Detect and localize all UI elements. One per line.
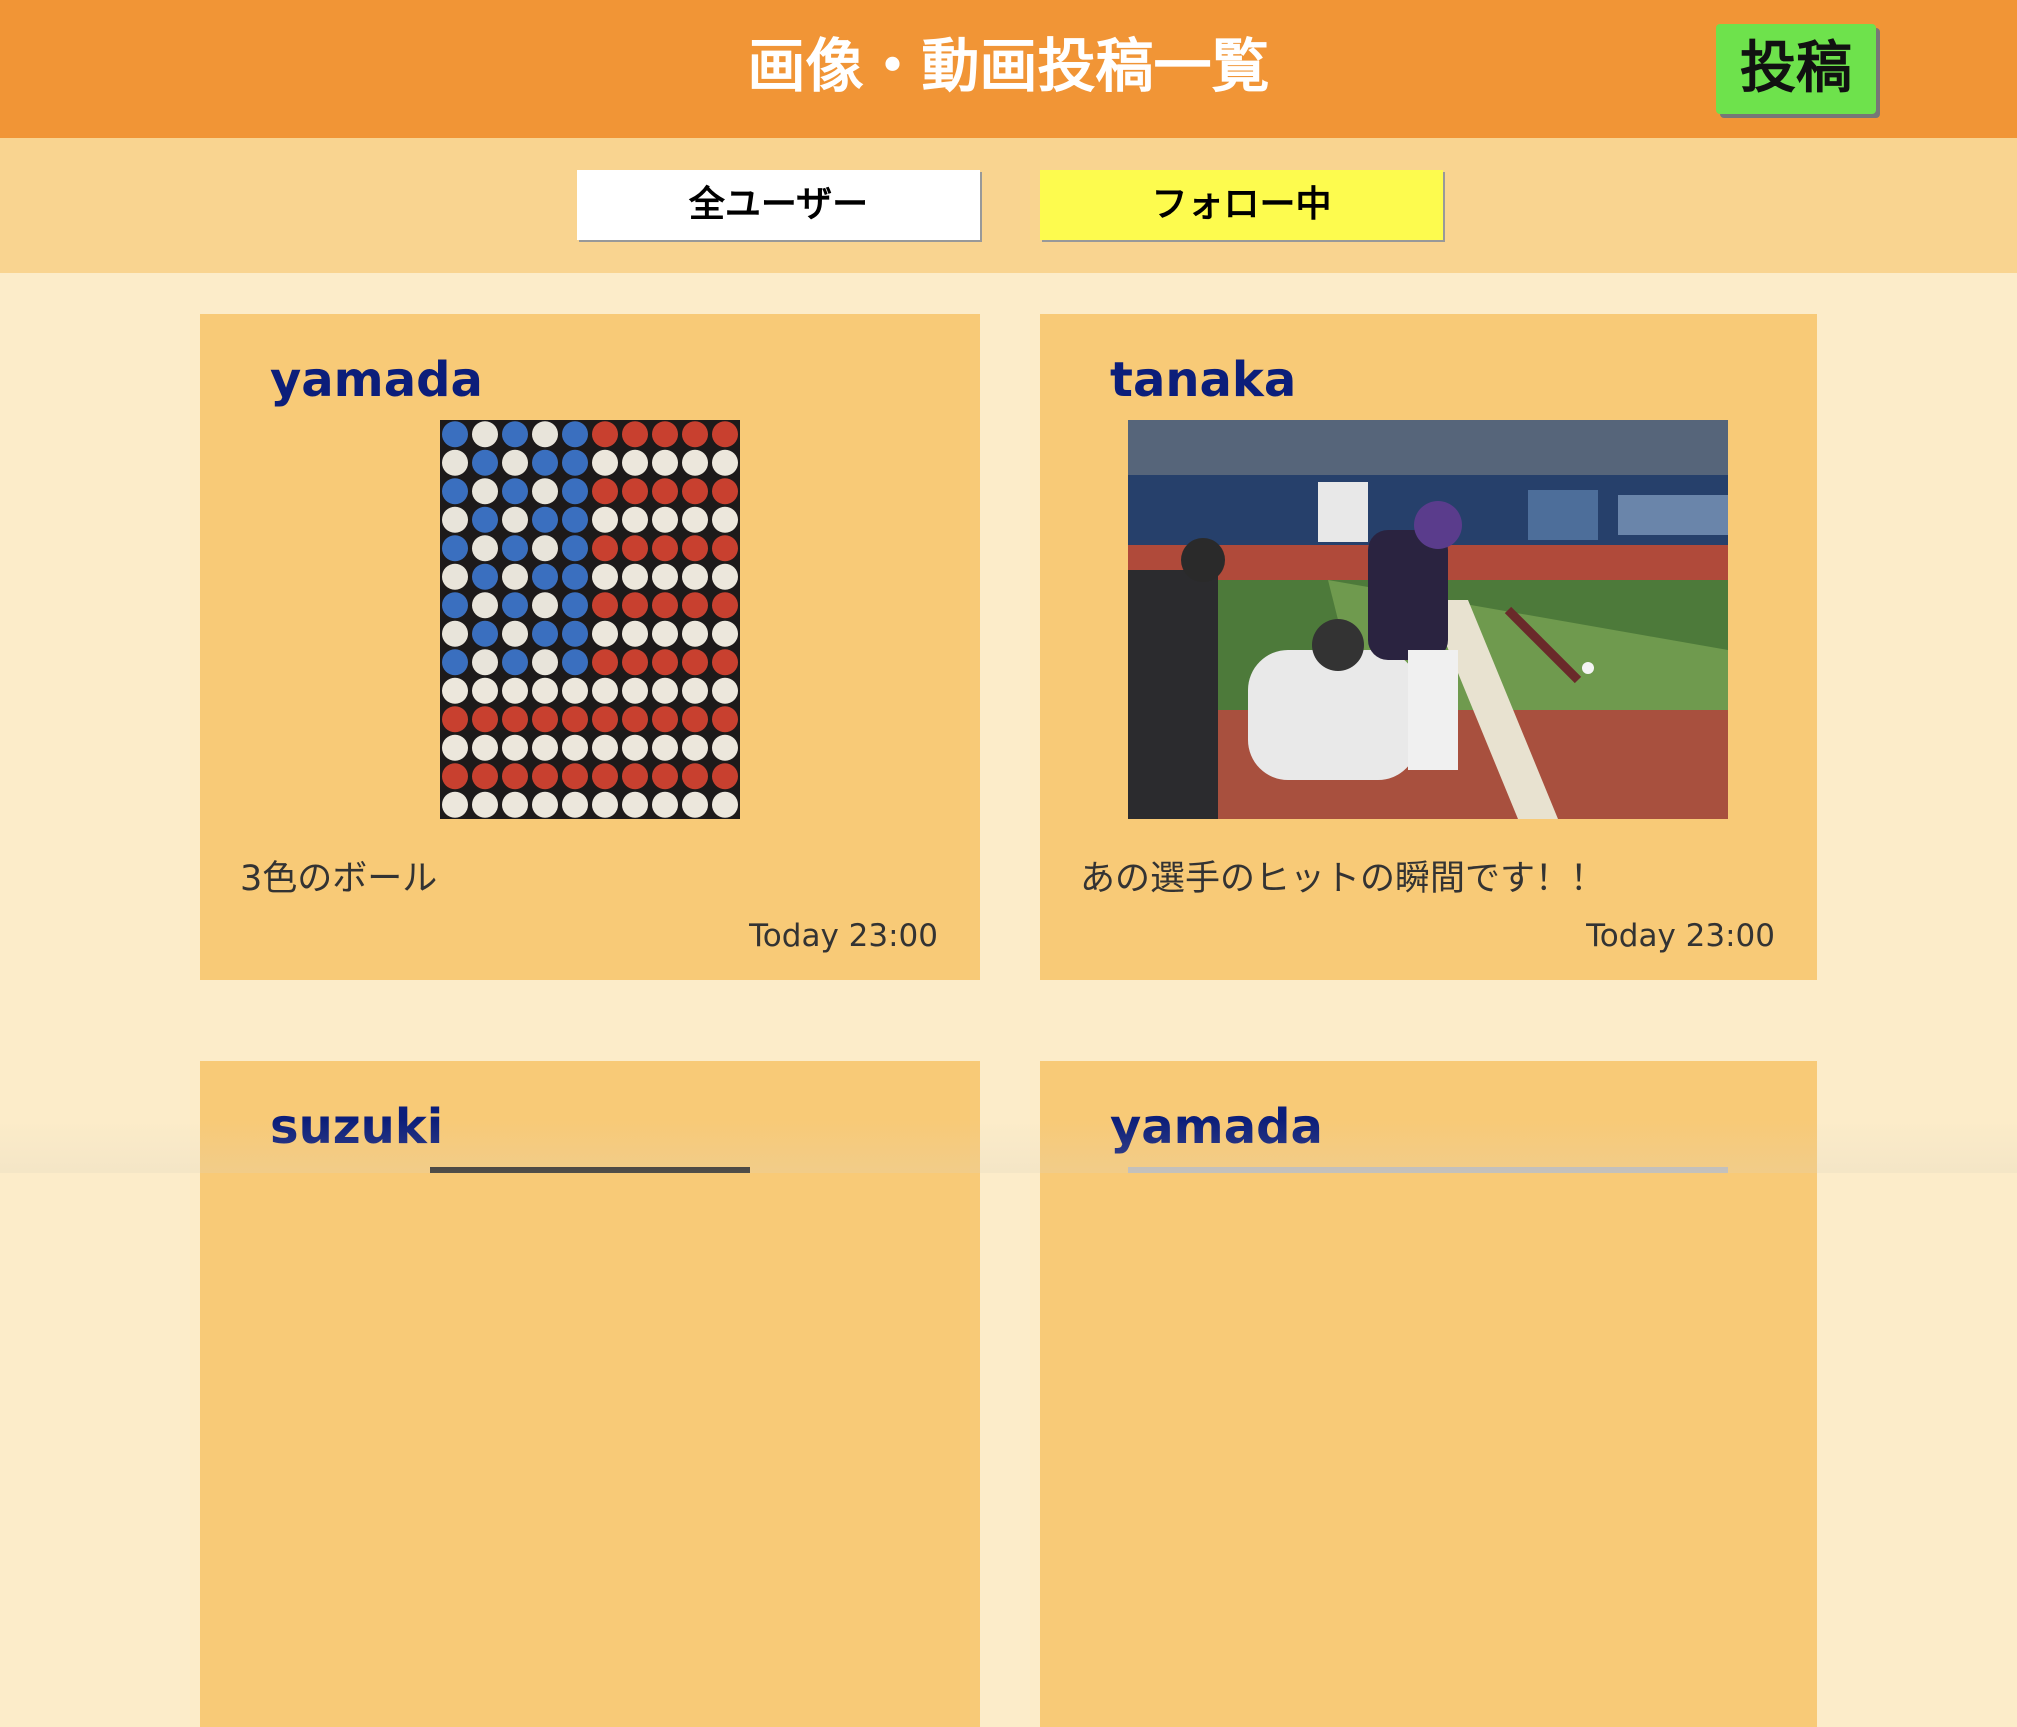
post-username[interactable]: tanaka — [1110, 350, 1296, 410]
page-title: 画像・動画投稿一覧 — [747, 32, 1270, 100]
header-bar: 画像・動画投稿一覧 投稿 — [0, 0, 2017, 138]
filter-tab-bar: 全ユーザー フォロー中 — [0, 138, 2017, 273]
post-timestamp: Today 23:00 — [749, 918, 938, 954]
post-image[interactable] — [440, 420, 740, 819]
bottom-shadow — [0, 1120, 2017, 1173]
post-button[interactable]: 投稿 — [1716, 24, 1876, 114]
tab-following[interactable]: フォロー中 — [1040, 170, 1443, 240]
post-username[interactable]: yamada — [270, 350, 483, 410]
post-caption: あの選手のヒットの瞬間です！！ — [1080, 859, 1606, 899]
post-timestamp: Today 23:00 — [1586, 918, 1775, 954]
post-caption: 3色のボール — [240, 859, 438, 899]
tab-all-users[interactable]: 全ユーザー — [577, 170, 980, 240]
post-image[interactable] — [1128, 420, 1728, 819]
post-card[interactable]: yamada 3色のボール Today 23:00 — [200, 314, 980, 980]
post-card[interactable]: tanaka あの選手のヒットの瞬間です！！ Today 23:00 — [1040, 314, 1817, 980]
